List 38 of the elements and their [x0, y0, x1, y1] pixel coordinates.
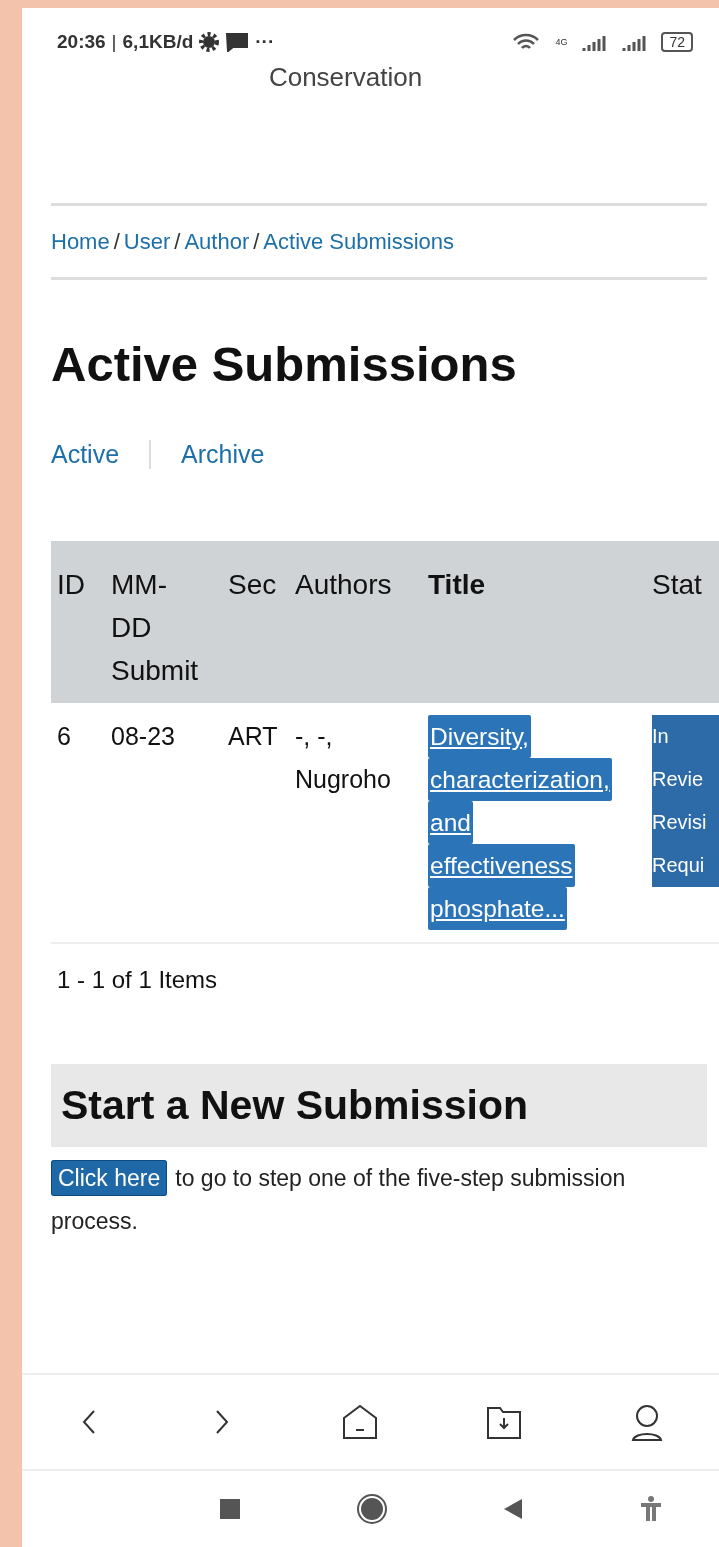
separator-text: | — [111, 31, 117, 53]
column-header[interactable]: Sec — [228, 563, 295, 692]
tab[interactable]: Active — [51, 440, 150, 469]
site-title: Conservation — [267, 62, 424, 93]
tab[interactable]: Archive — [149, 440, 295, 469]
table-cell-text: ART — [228, 721, 279, 752]
accessibility-icon[interactable] — [638, 1495, 663, 1523]
instruction-text: Click here to go to step one of the five-step submission process. — [51, 1157, 707, 1243]
table-cell-text: 08-23 — [111, 721, 176, 752]
column-header[interactable]: MM-DD Submit — [111, 563, 201, 692]
data-speed: 6,1KB/d — [122, 31, 194, 53]
column-header[interactable]: Stat — [652, 563, 719, 692]
more-dots: ··· — [255, 31, 275, 53]
section-heading: Start a New Submission — [51, 1064, 707, 1147]
clock: 20:36 — [57, 31, 106, 53]
status-link[interactable]: In Revie Revisi Requi — [652, 715, 719, 887]
recents-icon[interactable] — [218, 1497, 243, 1521]
network-type: 4G — [555, 37, 568, 47]
message-icon — [225, 32, 250, 52]
breadcrumb-separator: / — [174, 229, 181, 255]
column-header[interactable]: ID — [57, 563, 111, 692]
home-icon[interactable] — [355, 1492, 390, 1526]
page-title: Active Submissions — [51, 336, 518, 392]
breadcrumb-link[interactable]: Author — [184, 229, 250, 255]
battery-indicator: 72 — [661, 32, 693, 52]
breadcrumb-link[interactable]: Active Submissions — [263, 229, 455, 255]
click-here-button[interactable]: Click here — [51, 1160, 168, 1196]
title-link[interactable]: Diversity, characterization, and effectiveness phosphate... — [428, 715, 652, 930]
breadcrumb-separator: / — [113, 229, 120, 255]
table-cell-text: -, -, Nugroho — [295, 721, 392, 795]
pagination-info: 1 - 1 of 1 Items — [56, 965, 219, 994]
column-header[interactable]: Title — [428, 563, 652, 692]
breadcrumb-link[interactable]: User — [123, 229, 171, 255]
column-header[interactable]: Authors — [295, 563, 428, 692]
breadcrumb-link[interactable]: Home — [51, 229, 110, 255]
table-cell-text: 6 — [57, 721, 72, 752]
breadcrumb-separator: / — [253, 229, 260, 255]
gear-icon — [199, 32, 220, 52]
